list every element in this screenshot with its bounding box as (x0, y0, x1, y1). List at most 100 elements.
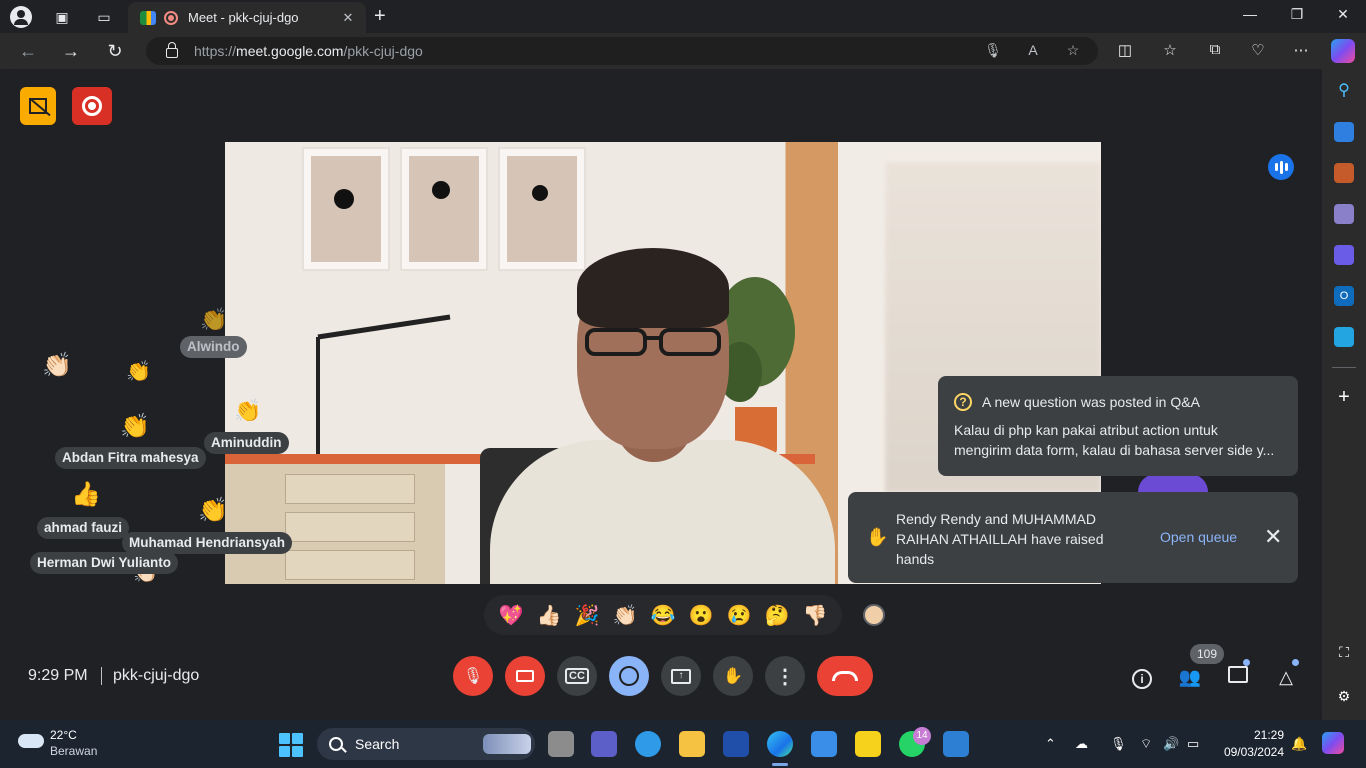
raised-hand-icon: ✋ (866, 527, 889, 547)
raise-hand-button[interactable]: ✋ (713, 656, 753, 696)
taskbar-date[interactable]: 09/03/2024 (1208, 745, 1284, 759)
screenshot-icon[interactable]: ⛶ (1334, 642, 1354, 662)
favorite-star-icon[interactable]: ☆ (1064, 42, 1082, 60)
volume-icon[interactable]: 🔊 (1163, 736, 1179, 752)
people-button[interactable]: 👥 (1178, 665, 1202, 689)
refresh-icon[interactable]: ↻ (104, 40, 126, 62)
emoji-reactions-button[interactable] (609, 656, 649, 696)
shopping-icon[interactable] (1334, 122, 1354, 142)
activities-icon: △ (1279, 667, 1293, 687)
lock-icon[interactable] (166, 42, 178, 58)
close-tab-icon[interactable]: ✕ (338, 10, 358, 26)
chat-button[interactable] (1226, 665, 1250, 689)
outlook-icon[interactable]: O (1334, 286, 1354, 306)
browser-essentials-icon[interactable]: ♡ (1248, 41, 1268, 61)
reaction-party-button[interactable]: 🎉 (571, 603, 603, 628)
leave-call-button[interactable] (817, 656, 873, 696)
reaction-laugh-button[interactable]: 😂 (647, 603, 679, 628)
forward-icon[interactable]: → (60, 40, 82, 62)
edge-icon[interactable] (767, 731, 793, 757)
copilot-taskbar-icon[interactable] (1322, 732, 1344, 754)
notification-bell-icon[interactable]: 🔔 (1291, 736, 1307, 752)
open-queue-button[interactable]: Open queue (1160, 529, 1237, 545)
qa-notification-body: Kalau di php kan pakai atribut action un… (954, 422, 1275, 458)
no-video-recording-badge[interactable] (20, 87, 56, 125)
profile-icon[interactable] (9, 5, 33, 29)
get-help-icon[interactable] (635, 731, 661, 757)
reaction-sad-button[interactable]: 😢 (723, 603, 755, 628)
myhp-icon[interactable] (723, 731, 749, 757)
captions-icon: CC (565, 668, 589, 684)
meeting-details-button[interactable]: i (1130, 665, 1154, 689)
camera-off-button[interactable] (505, 656, 545, 696)
close-icon[interactable]: ✕ (1264, 524, 1282, 550)
back-icon[interactable]: ← (17, 40, 39, 62)
active-app-indicator (772, 763, 788, 766)
wall-art (400, 147, 488, 271)
add-icon[interactable]: + (1334, 387, 1354, 407)
onedrive-icon[interactable]: ☁ (1075, 736, 1088, 752)
reaction-thinking-button[interactable]: 🤔 (761, 603, 793, 628)
restore-icon[interactable]: ❐ (1287, 6, 1307, 23)
sticky-notes-icon[interactable] (855, 731, 881, 757)
split-screen-icon[interactable]: ◫ (1115, 41, 1135, 61)
record-icon (82, 96, 102, 116)
cloud-icon (18, 734, 44, 748)
browser-titlebar: ▣ ▭ Meet - pkk-cjuj-dgo ✕ + — ❐ ✕ (0, 0, 1366, 33)
reaction-emoji: 👏 (126, 361, 151, 383)
microsoft-store-icon[interactable] (811, 731, 837, 757)
captions-button[interactable]: CC (557, 656, 597, 696)
start-button[interactable] (279, 733, 303, 757)
reaction-clap-button[interactable]: 👏🏻 (609, 603, 641, 628)
desk-lamp (316, 314, 451, 455)
microphone-tray-icon[interactable]: 🎙 (1110, 736, 1127, 752)
read-aloud-icon[interactable]: A (1024, 42, 1042, 60)
windows-taskbar: 22°C Berawan Search 14 ⌃ ☁ 🎙 ⌔ 🔊 ▭ 21:29… (0, 720, 1366, 768)
microphone-icon[interactable]: 🎙 (984, 42, 1002, 60)
recording-badge[interactable] (72, 87, 112, 125)
reaction-thumbs-down-button[interactable]: 👎🏻 (799, 603, 831, 628)
favorites-icon[interactable]: ☆ (1160, 41, 1180, 61)
settings-more-icon[interactable]: ⋯ (1291, 41, 1311, 61)
show-hidden-icons[interactable]: ⌃ (1045, 736, 1056, 752)
present-screen-button[interactable]: ↑ (661, 656, 701, 696)
collections-icon[interactable]: ⧉ (1205, 41, 1225, 61)
tab-actions-icon[interactable]: ▭ (92, 5, 116, 29)
qa-notification[interactable]: ? A new question was posted in Q&A Kalau… (938, 376, 1298, 476)
file-explorer-icon[interactable] (679, 731, 705, 757)
tab-meet[interactable]: Meet - pkk-cjuj-dgo ✕ (128, 2, 366, 33)
vscode-icon[interactable] (943, 731, 969, 757)
more-options-button[interactable]: ⋮ (765, 656, 805, 696)
wifi-icon[interactable]: ⌔ (1140, 736, 1152, 752)
reaction-sparkling-heart-button[interactable]: 💖 (495, 603, 527, 628)
task-view-icon[interactable] (548, 731, 574, 757)
wall-art (498, 147, 586, 271)
meet-favicon-icon (140, 10, 156, 25)
copilot-icon[interactable] (1331, 39, 1355, 63)
reaction-surprised-button[interactable]: 😮 (685, 603, 717, 628)
address-bar[interactable]: https://meet.google.com/pkk-cjuj-dgo 🎙 A… (146, 37, 1098, 65)
games-icon[interactable] (1334, 204, 1354, 224)
reaction-emoji: 👏🏻 (42, 352, 72, 379)
sidebar-settings-icon[interactable]: ⚙ (1334, 686, 1354, 706)
microsoft365-icon[interactable] (1334, 245, 1354, 265)
reaction-emoji: 👏 (200, 307, 228, 332)
whatsapp-badge: 14 (913, 727, 931, 745)
tools-icon[interactable] (1334, 163, 1354, 183)
url-text[interactable]: https://meet.google.com/pkk-cjuj-dgo (194, 43, 423, 59)
activities-button[interactable]: △ (1274, 665, 1298, 689)
close-window-icon[interactable]: ✕ (1333, 6, 1353, 23)
drop-icon[interactable] (1334, 327, 1354, 347)
taskbar-time[interactable]: 21:29 (1220, 728, 1284, 742)
battery-icon[interactable]: ▭ (1187, 736, 1199, 752)
search-icon[interactable]: ⚲ (1334, 81, 1354, 101)
reaction-thumbs-up-button[interactable]: 👍🏻 (533, 603, 565, 628)
teams-icon[interactable] (591, 731, 617, 757)
microphone-off-button[interactable]: 🎙 (453, 656, 493, 696)
taskbar-search[interactable]: Search (317, 728, 535, 760)
minimize-icon[interactable]: — (1240, 6, 1260, 22)
workspaces-icon[interactable]: ▣ (50, 5, 74, 29)
skin-tone-selector[interactable] (863, 604, 885, 626)
new-tab-icon[interactable]: + (374, 5, 386, 28)
sidebar-divider (1332, 367, 1356, 368)
